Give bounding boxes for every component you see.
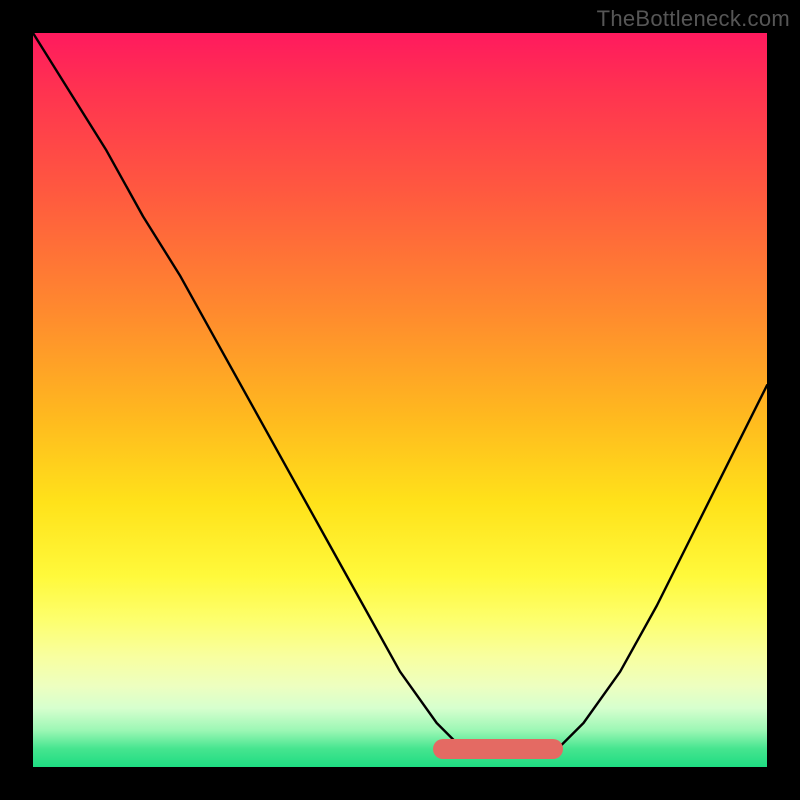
optimal-range-marker [433,739,563,759]
plot-area [33,33,767,767]
chart-stage: TheBottleneck.com [0,0,800,800]
watermark-label: TheBottleneck.com [597,6,790,32]
bottleneck-curve [33,33,767,767]
